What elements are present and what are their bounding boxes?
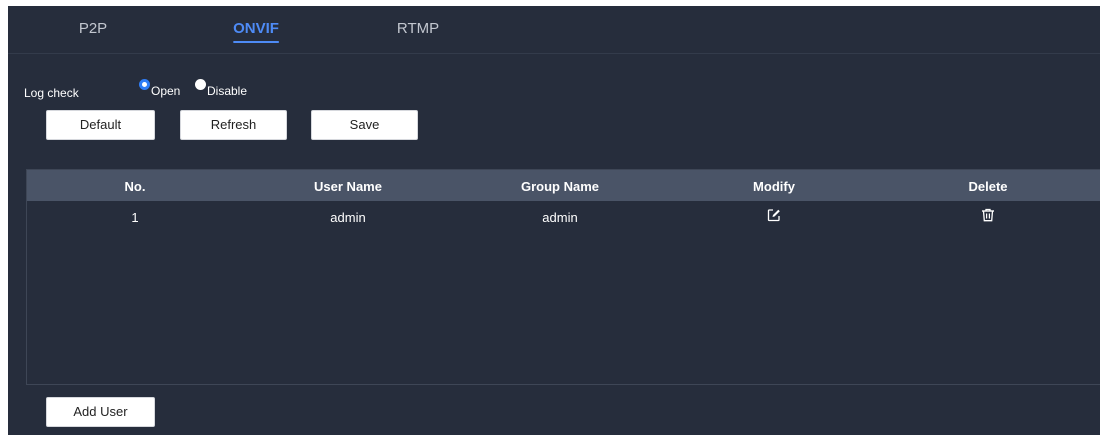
tab-rtmp[interactable]: RTMP (397, 20, 439, 37)
edit-icon[interactable] (767, 208, 781, 222)
column-header-modify: Modify (753, 179, 795, 194)
column-header-no: No. (124, 179, 146, 194)
save-button[interactable]: Save (311, 110, 418, 140)
default-button[interactable]: Default (46, 110, 155, 140)
user-table: No. User Name Group Name Modify Delete 1… (26, 169, 1100, 385)
cell-group-name: admin (542, 210, 578, 225)
tab-label: RTMP (396, 20, 440, 37)
log-check-label: Log check (24, 86, 79, 100)
column-header-delete: Delete (968, 179, 1008, 194)
table-header: No. User Name Group Name Modify Delete (27, 170, 1100, 201)
trash-icon[interactable] (981, 208, 995, 222)
active-tab-indicator (233, 41, 279, 43)
column-header-group-name: Group Name (520, 179, 600, 194)
cell-user-name: admin (330, 210, 366, 225)
tab-label: ONVIF (233, 20, 279, 37)
add-user-button[interactable]: Add User (46, 397, 155, 427)
tab-onvif[interactable]: ONVIF (233, 20, 279, 43)
radio-unchecked-icon (195, 79, 206, 90)
tab-bar: P2P ONVIF RTMP (8, 6, 1100, 54)
tab-p2p[interactable]: P2P (79, 20, 107, 37)
table-row: 1 admin admin (27, 201, 1100, 231)
log-check-open-radio[interactable]: Open (139, 79, 189, 98)
column-header-user-name: User Name (314, 179, 382, 194)
onvif-settings-panel: P2P ONVIF RTMP Log check Open Disable De… (8, 6, 1100, 435)
log-check-disable-radio[interactable]: Disable (195, 79, 255, 98)
tab-label: P2P (78, 20, 108, 37)
refresh-button[interactable]: Refresh (180, 110, 287, 140)
radio-label: Open (151, 84, 181, 98)
radio-checked-icon (139, 79, 150, 90)
cell-no: 1 (131, 210, 139, 225)
radio-label: Disable (207, 84, 248, 98)
